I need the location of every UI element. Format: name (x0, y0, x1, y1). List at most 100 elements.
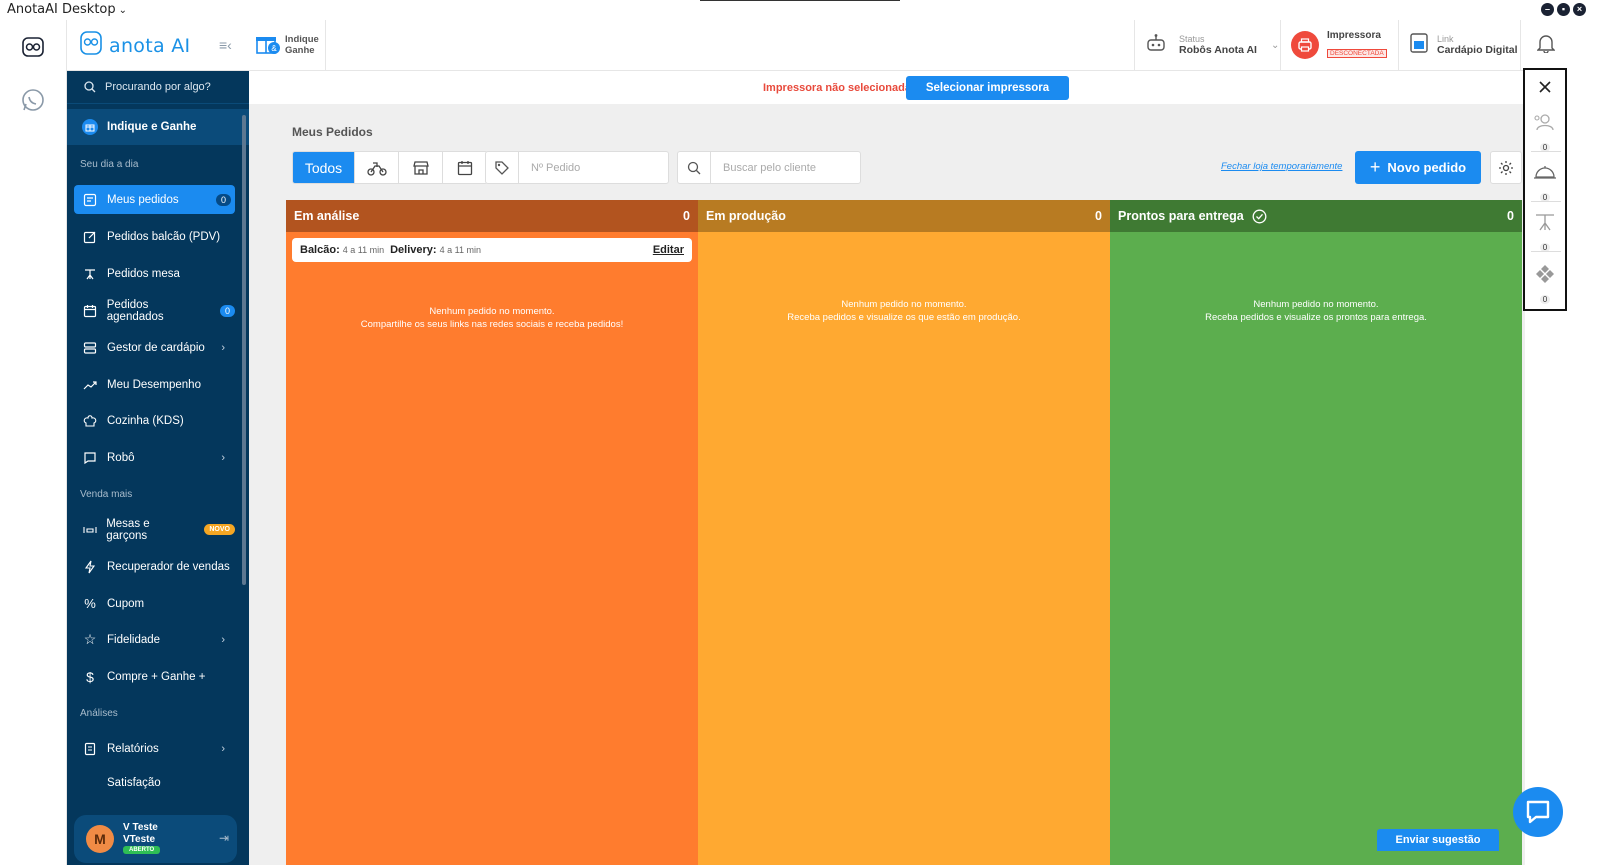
percent-icon: % (84, 596, 96, 611)
sidebar-item-gestor-cardapio[interactable]: Gestor de cardápio › (74, 333, 235, 362)
sidebar-search[interactable]: Procurando por algo? (67, 71, 249, 104)
close-panel-button[interactable] (1525, 80, 1565, 99)
sidebar-item-robo[interactable]: Robô › (74, 443, 235, 472)
menu-book-icon (82, 340, 98, 356)
logout-icon[interactable]: ⇥ (219, 831, 229, 845)
column-prontos-entrega: Prontos para entrega 0 Nenhum pedido no … (1110, 200, 1522, 865)
sidebar-item-pedidos-agendados[interactable]: Pedidos agendados 0 (74, 296, 235, 325)
column-header: Prontos para entrega 0 (1110, 200, 1522, 232)
filter-delivery[interactable] (355, 152, 399, 183)
new-order-button[interactable]: + Novo pedido (1355, 151, 1481, 184)
svg-text:&: & (271, 44, 277, 53)
sidebar-item-fidelidade[interactable]: ☆ Fidelidade › (74, 625, 235, 654)
anota-owl-icon[interactable] (20, 34, 46, 60)
gear-icon (1499, 160, 1513, 175)
sidebar-item-satisfacao[interactable]: Satisfação (74, 771, 235, 789)
sidebar-item-label: Satisfação (107, 777, 161, 789)
column-em-producao: Em produção 0 Nenhum pedido no momento. R… (698, 200, 1110, 865)
new-badge: NOVO (204, 524, 235, 535)
top-header: & Indique Ganhe Status Robôs Anota AI ⌄ Im… (249, 20, 1600, 71)
panel-service[interactable]: 0 (1525, 162, 1565, 205)
calendar-icon (457, 160, 473, 175)
close-window-button[interactable]: × (1573, 3, 1586, 16)
filter-scheduled[interactable] (443, 152, 487, 183)
column-title: Em análise (294, 209, 360, 223)
edit-times-link[interactable]: Editar (653, 244, 684, 256)
panel-waiters[interactable]: 0 (1525, 112, 1565, 155)
section-sell-more: Venda mais (80, 489, 133, 500)
chat-bubble-icon (1526, 800, 1550, 824)
calendar-icon (82, 303, 98, 319)
send-feedback-button[interactable]: Enviar sugestão (1377, 829, 1499, 851)
sidebar-item-relatorios[interactable]: Relatórios › (74, 734, 235, 763)
column-em-analise: Em análise 0 Balcão: 4 a 11 min Delivery: 4… (286, 200, 698, 865)
new-order-label: Novo pedido (1387, 160, 1467, 175)
report-icon (82, 741, 98, 757)
filter-all[interactable]: Todos (293, 152, 355, 183)
section-day: Seu dia a dia (80, 159, 139, 170)
filter-counter[interactable] (399, 152, 443, 183)
whatsapp-icon[interactable] (20, 87, 46, 113)
plus-icon: + (1369, 157, 1381, 177)
sidebar-item-label: Relatórios (107, 742, 159, 755)
printer-label: Impressora (1327, 30, 1381, 41)
logo-text: anota AI (109, 35, 191, 57)
chevron-right-icon: › (221, 633, 225, 646)
close-store-link[interactable]: Fechar loja temporariamente (1221, 161, 1342, 172)
store-status-badge: ABERTO (123, 846, 161, 854)
indique-ganhe-button[interactable]: & Indique Ganhe (249, 20, 326, 70)
sidebar-item-label: Gestor de cardápio (107, 341, 205, 354)
sidebar-item-mesas-garcons[interactable]: Mesas e garçons NOVO (74, 515, 235, 544)
sidebar-scrollbar[interactable] (242, 115, 246, 585)
sidebar-item-cozinha[interactable]: Cozinha (KDS) (74, 406, 235, 435)
panel-integrations[interactable]: 0 (1525, 264, 1565, 307)
customer-search-input[interactable] (711, 152, 851, 183)
delivery-time-label: Delivery: (390, 244, 437, 256)
counter-time-label: Balcão: (300, 244, 340, 256)
customer-search-field[interactable] (677, 151, 861, 184)
sidebar-item-pedidos-balcao[interactable]: Pedidos balcão (PDV) (74, 222, 235, 251)
maximize-button[interactable]: ▪ (1557, 3, 1570, 16)
close-icon (1539, 81, 1551, 93)
minimize-button[interactable]: – (1541, 3, 1554, 16)
sidebar-item-label: Indique e Ganhe (107, 121, 197, 133)
order-number-input[interactable] (519, 152, 659, 183)
sidebar-item-pedidos-mesa[interactable]: Pedidos mesa (74, 259, 235, 288)
count-badge: 0 (215, 193, 231, 206)
empty-line-1: Nenhum pedido no momento. (841, 299, 967, 310)
user-card[interactable]: M V Teste VTeste ABERTO ⇥ (74, 815, 237, 863)
panel-count: 0 (1539, 295, 1551, 304)
orders-icon (82, 192, 98, 208)
lightning-icon (82, 559, 98, 575)
sidebar-item-meus-pedidos[interactable]: Meus pedidos 0 (74, 185, 235, 214)
table-icon (1536, 214, 1554, 231)
sidebar-item-recuperador[interactable]: Recuperador de vendas (74, 552, 235, 581)
sidebar-item-cupom[interactable]: % Cupom (74, 589, 235, 618)
settings-button[interactable] (1490, 151, 1522, 184)
app-title-menu[interactable]: AnotaAI Desktop ⌄ (7, 2, 127, 17)
printer-status-badge: DESCONECTADA (1327, 49, 1387, 58)
collapse-sidebar-icon[interactable]: ≡‹ (219, 37, 232, 53)
printer-icon (1291, 31, 1319, 59)
status-dropdown[interactable]: Status Robôs Anota AI ⌄ (1134, 20, 1280, 70)
printer-status[interactable]: Impressora DESCONECTADA (1280, 20, 1398, 70)
sidebar: anota AI ≡‹ Procurando por algo? Indique… (67, 20, 249, 865)
cardapio-link[interactable]: Link Cardápio Digital (1398, 20, 1520, 70)
notifications-button[interactable] (1520, 20, 1570, 70)
sidebar-item-label: Compre + Ganhe + (107, 670, 206, 683)
indique-line1: Indique (285, 34, 319, 45)
link-label: Link (1437, 34, 1454, 44)
divider (1531, 151, 1561, 152)
sidebar-item-compre-ganhe[interactable]: $ Compre + Ganhe + (74, 662, 235, 691)
panel-tables[interactable]: 0 (1525, 212, 1565, 255)
support-chat-button[interactable] (1513, 787, 1563, 837)
select-printer-button[interactable]: Selecionar impressora (906, 76, 1069, 100)
sidebar-item-indique[interactable]: Indique e Ganhe (67, 109, 249, 145)
sidebar-item-label: Recuperador de vendas (107, 560, 230, 573)
sidebar-item-label: Fidelidade (107, 633, 161, 646)
order-number-field[interactable] (485, 151, 669, 184)
status-value: Robôs Anota AI (1179, 44, 1257, 56)
logo-bar: anota AI ≡‹ (67, 20, 249, 71)
edit-icon (82, 229, 98, 245)
sidebar-item-meu-desempenho[interactable]: Meu Desempenho (74, 370, 235, 399)
